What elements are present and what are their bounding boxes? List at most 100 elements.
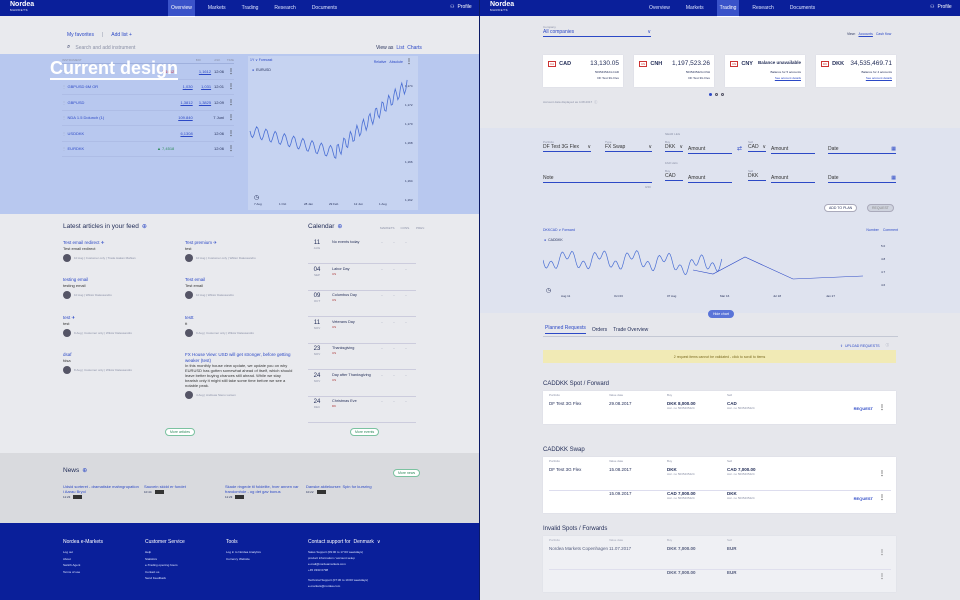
row-menu-icon[interactable]: ⋮ [228,83,234,90]
news-title[interactable]: Skade ringede til foldelite, hver annen … [225,484,301,494]
add-icon[interactable]: ⊕ [337,223,342,230]
table-row[interactable]: ⋮ GBPUSD 6M OR 1,030 1,031 12:01 ⋮ [62,80,234,95]
footer-link[interactable]: Currency Website [226,556,296,563]
tab-planned-requests[interactable]: Planned Requests [545,325,586,334]
article-title[interactable]: FX House View: USD will get stronger, be… [185,352,293,363]
validation-warning[interactable]: 2 request items cannot be validated - cl… [543,350,896,363]
ask-value[interactable]: 1,031 [193,84,211,89]
nav-research[interactable]: Research [749,0,776,16]
cashflow-link[interactable]: Cash flow [876,32,891,36]
news-title[interactable]: Sauvein skidd er fundet [144,484,220,489]
table-row[interactable]: DF Test 3G Flex 29.08.2017 DKK 8,000.00 Acc… [549,401,891,421]
bid-value[interactable]: 1,030 [174,84,193,89]
balance-card[interactable]: CN CNY Balance unavailable Balance for 5 ac… [725,55,805,87]
bid-value[interactable]: 1,3812 [174,100,192,105]
view-charts-button[interactable]: Charts [407,45,422,51]
absolute-toggle[interactable]: Absolute [389,60,403,64]
accounts-link[interactable]: Accounts [859,32,873,36]
more-events-button[interactable]: More events [350,428,380,436]
nav-markets[interactable]: Markets [205,0,229,16]
buy-ccy-select[interactable]: Buy DKK ∨ [665,140,683,152]
near-sell-amount-input[interactable]: Amount [771,146,815,154]
row-menu-icon[interactable]: ⋮ [228,68,234,75]
calendar-icon[interactable]: ▦ [891,146,896,152]
footer-link[interactable]: Send Feedback [145,575,215,582]
history-icon[interactable]: ◷ [546,287,551,294]
row-menu-icon[interactable]: ⋮ [228,145,234,152]
upload-requests-button[interactable]: ⇪ UPLOAD REQUESTS ⓘ [840,343,889,348]
ask-value[interactable]: 1,3825 [193,100,211,105]
history-icon[interactable]: ◷ [254,194,259,201]
calendar-event[interactable]: 04 SEP Labor Day US – – – [308,267,416,291]
near-date-input[interactable]: Date ▦ [828,146,896,154]
nav-trading[interactable]: Trading [239,0,262,16]
news-item[interactable]: Sauvein skidd er fundet 10:44 [144,484,220,494]
row-menu-icon[interactable]: ⋮ [879,573,885,580]
more-articles-button[interactable]: More articles [165,428,196,436]
chart-instrument-select[interactable]: DKKCAD ∨ Forward [543,228,575,232]
add-icon[interactable]: ⊕ [82,467,87,474]
row-request-button[interactable]: REQUEST [787,406,873,411]
calendar-event[interactable]: 24 NOV Day after Thanksgiving US – – – [308,373,416,397]
chart-toggle-comment[interactable]: Comment [883,228,898,232]
nav-documents[interactable]: Documents [787,0,818,16]
far-date-input[interactable]: Date ▦ [828,175,896,183]
table-row[interactable]: ⋮ USDDKK 6,1308 12:06 ⋮ [62,126,234,142]
calendar-event[interactable]: 24 DEC Christmas Eve DK – – – [308,399,416,423]
carousel-dot[interactable] [715,93,718,96]
bid-value[interactable]: 109.840 [174,115,192,120]
swap-icon[interactable]: ⇄ [737,145,742,152]
calendar-event[interactable]: 11 AUG No events today – – – [308,240,416,264]
calendar-event[interactable]: 11 NOV Veterans Day US – – – [308,320,416,344]
article-item[interactable]: Test email Test email 10 Aug | Wiktor Dale… [185,277,293,299]
carousel-dot[interactable] [709,93,712,96]
row-menu-icon[interactable]: ⋮ [879,470,885,477]
sell-ccy-select[interactable]: Sell CAD ∨ [748,140,766,152]
row-menu-icon[interactable]: ⋮ [879,549,885,556]
article-item[interactable]: Test premium ✈ test 10 Aug | Customer only… [185,240,293,262]
nav-research[interactable]: Research [271,0,298,16]
far-buy-amount-input[interactable]: Amount [688,175,732,183]
ask-value[interactable]: 1,1612 [193,69,211,74]
balance-card[interactable]: CA CAD 13,130.05 5035435424-CAD DF Test 3G F… [543,55,623,87]
balance-card[interactable]: CN CNH 1,197,523.26 5035435424-CNH DF Test 3… [634,55,714,87]
bid-value[interactable]: 6,1308 [174,131,192,136]
article-item[interactable]: testing email testing email 10 Aug | Wikto… [63,277,171,299]
table-row[interactable]: Nordea Markets Copenhagen 11.07.2017 DKK 7… [549,546,891,566]
instrument-search-input[interactable]: Search and add instrument [75,45,135,51]
profile-link[interactable]: ⚇ Profile [450,4,472,10]
footer-link[interactable]: Terms of use [63,569,133,576]
balance-sub-2[interactable]: See account details [866,76,892,80]
type-select[interactable]: Type FX Swap ∨ [605,140,652,152]
nav-overview[interactable]: Overview [168,0,195,17]
row-menu-icon[interactable]: ⋮ [879,404,885,411]
more-news-button[interactable]: More news [393,469,421,477]
article-item[interactable]: Test email redirect ✈ Test email redirect… [63,240,171,262]
nav-documents[interactable]: Documents [309,0,340,16]
far-sell-amount-input[interactable]: Amount [771,175,815,183]
profile-link[interactable]: ⚇ Profile [930,4,952,10]
article-item[interactable]: dsaf fdsa 8 Aug | Customer only | Wiktor D… [63,352,171,374]
row-menu-icon[interactable]: ⋮ [879,494,885,501]
news-item[interactable]: Skade ringede til foldelite, hver annen … [225,484,301,499]
request-button[interactable]: REQUEST [867,204,894,212]
row-request-button[interactable]: REQUEST [787,496,873,501]
chart-more-icon[interactable]: ⋮ [406,58,412,65]
article-item[interactable]: testt tt 9 Aug | Customer only | Wiktor Da… [185,315,293,337]
news-item[interactable]: Danske aktiekurser: Spin for kursring 10:… [306,484,382,494]
help-icon[interactable]: ⓘ [886,343,890,348]
row-menu-icon[interactable]: ⋮ [228,114,234,121]
nav-markets[interactable]: Markets [683,0,707,16]
tab-add-list[interactable]: Add list + [111,32,132,38]
table-row[interactable]: DKK 7,000.00 EUR ⋮ [549,569,891,589]
balance-sub-2[interactable]: See account details [775,76,801,80]
table-row[interactable]: DF Test 3G Flex 15.08.2017 DKK Acc. no 5035… [549,467,891,487]
company-select[interactable]: Company All companies ∨ [543,25,651,37]
nav-trading[interactable]: Trading [716,0,740,17]
article-item[interactable]: FX House View: USD will get stronger, be… [185,352,293,399]
article-item[interactable]: test ✈ test 9 Aug | Customer only | Wiktor… [63,315,171,337]
table-row[interactable]: ⋮ EURDKK ▲ 7,4518 12:06 ⋮ [62,142,234,157]
news-title[interactable]: Danske aktiekurser: Spin for kursring [306,484,382,489]
add-to-plan-button[interactable]: ADD TO PLAN [824,204,858,212]
carousel-dot[interactable] [721,93,724,96]
